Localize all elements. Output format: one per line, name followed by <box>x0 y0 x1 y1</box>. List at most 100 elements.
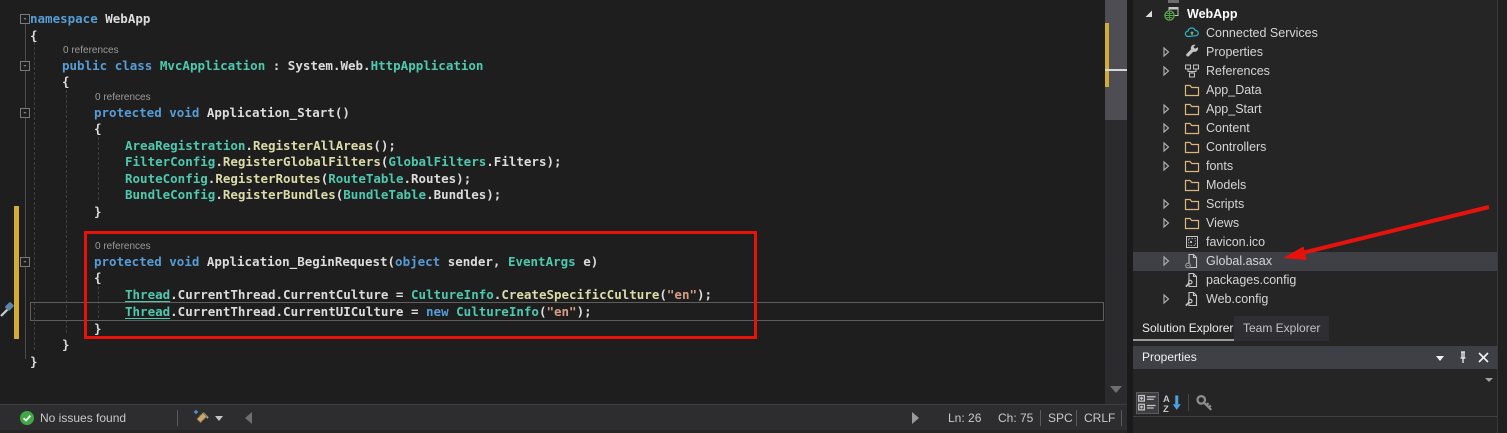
solution-explorer-panel: WebAppConnected ServicesPropertiesRefere… <box>1133 0 1497 433</box>
code-token: AreaRegistration <box>125 138 245 153</box>
code-token: HttpApplication <box>371 58 484 73</box>
tab-solution-explorer[interactable]: Solution Explorer <box>1133 316 1242 341</box>
code-cleanup-broom-icon[interactable] <box>191 409 210 427</box>
code-line[interactable]: AreaRegistration.RegisterAllAreas(); <box>125 137 396 154</box>
tree-item-webapp[interactable]: WebApp <box>1133 5 1497 24</box>
tree-item-views[interactable]: Views <box>1133 214 1497 233</box>
references-icon <box>1184 63 1200 79</box>
tree-item-app-data[interactable]: App_Data <box>1133 81 1497 100</box>
tree-item-favicon-ico[interactable]: favicon.ico <box>1133 233 1497 252</box>
outlining-margin-line <box>25 23 26 359</box>
code-token: .Filters); <box>486 154 561 169</box>
tree-item-fonts[interactable]: fonts <box>1133 157 1497 176</box>
combobox-dropdown-icon[interactable] <box>1485 378 1493 382</box>
column-indicator[interactable]: Ch: 75 <box>998 410 1033 426</box>
space-indicator[interactable]: SPC <box>1048 410 1073 426</box>
properties-toolbar: A Z <box>1133 390 1497 417</box>
properties-panel-titlebar[interactable]: Properties <box>1133 346 1497 369</box>
code-line[interactable]: } <box>30 353 38 370</box>
code-token: MvcApplication <box>160 58 265 73</box>
code-line[interactable]: RouteConfig.RegisterRoutes(RouteTable.Ro… <box>125 170 471 187</box>
close-icon[interactable] <box>1478 346 1489 369</box>
tab-team-explorer[interactable]: Team Explorer <box>1234 316 1329 341</box>
tree-item-web-config[interactable]: Web.config <box>1133 290 1497 309</box>
line-indicator[interactable]: Ln: 26 <box>948 410 981 426</box>
chevron-collapsed-icon[interactable] <box>1158 101 1174 117</box>
property-pages-button[interactable] <box>1195 393 1215 413</box>
code-token: GlobalFilters <box>388 154 486 169</box>
code-token: (); <box>373 138 396 153</box>
codelens-references[interactable]: 0 references <box>95 91 151 104</box>
chevron-collapsed-icon[interactable] <box>1158 63 1174 79</box>
tree-item-scripts[interactable]: Scripts <box>1133 195 1497 214</box>
tree-item-references[interactable]: References <box>1133 62 1497 81</box>
code-line[interactable]: } <box>94 203 102 220</box>
code-line[interactable]: { <box>94 120 102 137</box>
window-menu-dropdown-icon[interactable] <box>1435 346 1445 369</box>
svg-text:Z: Z <box>1163 404 1169 413</box>
code-token: BundleTable <box>343 187 426 202</box>
chevron-collapsed-icon[interactable] <box>1158 215 1174 231</box>
code-line[interactable]: { <box>30 27 38 44</box>
tree-item-properties[interactable]: Properties <box>1133 43 1497 62</box>
code-token: } <box>94 204 102 219</box>
chevron-collapsed-icon[interactable] <box>1158 139 1174 155</box>
chevron-collapsed-icon[interactable] <box>1158 196 1174 212</box>
document-health-indicator[interactable]: No issues found <box>40 410 126 426</box>
code-token: { <box>62 74 70 89</box>
tree-item-label: Content <box>1206 121 1250 136</box>
code-token: public <box>62 58 107 73</box>
panel-right-edge <box>1497 0 1507 433</box>
chevron-collapsed-icon[interactable] <box>1158 291 1174 307</box>
code-token: . <box>215 154 223 169</box>
chevron-collapsed-icon[interactable] <box>1158 158 1174 174</box>
code-line[interactable]: public class MvcApplication : System.Web… <box>62 57 483 74</box>
code-token <box>152 58 160 73</box>
categorized-view-button[interactable] <box>1136 392 1159 414</box>
health-check-icon[interactable] <box>20 411 34 425</box>
tree-item-connected-services[interactable]: Connected Services <box>1133 24 1497 43</box>
outline-collapse-toggle[interactable]: - <box>20 257 30 267</box>
scrollbar-change-marker <box>1105 23 1109 87</box>
scrollbar-down-arrow-icon[interactable] <box>1110 386 1122 393</box>
code-token: FilterConfig <box>125 154 215 169</box>
code-line[interactable]: namespace WebApp <box>30 10 150 27</box>
editor-vertical-scrollbar[interactable] <box>1105 0 1127 404</box>
quick-actions-icon[interactable] <box>0 300 16 318</box>
line-ending-indicator[interactable]: CRLF <box>1084 410 1115 426</box>
tree-item-content[interactable]: Content <box>1133 119 1497 138</box>
chevron-collapsed-icon[interactable] <box>1158 44 1174 60</box>
code-editor[interactable]: namespace WebApp{0 referencespublic clas… <box>0 0 1127 404</box>
tree-item-label: WebApp <box>1187 7 1237 22</box>
properties-object-combobox[interactable] <box>1133 369 1497 390</box>
outline-collapse-toggle[interactable]: - <box>20 108 30 118</box>
tree-item-packages-config[interactable]: packages.config <box>1133 271 1497 290</box>
tree-item-global-asax[interactable]: Global.asax <box>1133 252 1497 271</box>
outline-collapse-toggle[interactable]: - <box>20 61 30 71</box>
hscroll-right-arrow-icon[interactable] <box>912 412 919 424</box>
code-token: RouteTable <box>328 171 403 186</box>
code-token: RouteConfig <box>125 171 208 186</box>
chevron-expanded-icon[interactable] <box>1141 6 1157 22</box>
codelens-references[interactable]: 0 references <box>63 44 119 57</box>
code-line[interactable]: protected void Application_Start() <box>94 104 350 121</box>
chevron-collapsed-icon[interactable] <box>1158 120 1174 136</box>
divider <box>1121 410 1122 426</box>
chevron-collapsed-icon[interactable] <box>1158 253 1174 269</box>
code-token: . <box>245 138 253 153</box>
tree-item-app-start[interactable]: App_Start <box>1133 100 1497 119</box>
tree-item-models[interactable]: Models <box>1133 176 1497 195</box>
pin-icon[interactable] <box>1457 346 1469 369</box>
code-token: { <box>94 121 102 136</box>
code-line[interactable]: FilterConfig.RegisterGlobalFilters(Globa… <box>125 153 562 170</box>
code-token: . <box>215 187 223 202</box>
tree-item-controllers[interactable]: Controllers <box>1133 138 1497 157</box>
code-line[interactable]: BundleConfig.RegisterBundles(BundleTable… <box>125 186 501 203</box>
alphabetical-sort-button[interactable]: A Z <box>1163 393 1183 413</box>
code-line[interactable]: { <box>62 73 70 90</box>
code-cleanup-dropdown-icon[interactable] <box>215 416 223 421</box>
hscroll-left-arrow-icon[interactable] <box>245 412 252 424</box>
tree-item-label: favicon.ico <box>1206 235 1265 250</box>
outline-collapse-toggle[interactable]: - <box>20 14 30 24</box>
code-line[interactable]: } <box>62 336 70 353</box>
